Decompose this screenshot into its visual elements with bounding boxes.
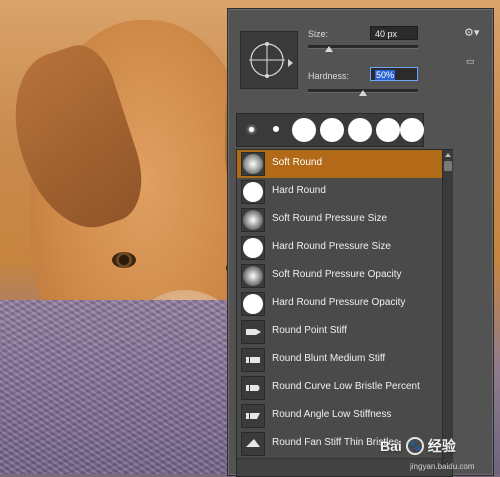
new-preset-icon[interactable]: ▭: [466, 56, 477, 66]
brush-row-label: Round Angle Low Stiffness: [272, 409, 392, 420]
dog-ear-left: [0, 37, 156, 243]
brush-row-label: Round Point Stiff: [272, 325, 347, 336]
tip-large-2[interactable]: [320, 118, 344, 142]
brush-row-round-blunt-medium-stiff[interactable]: Round Blunt Medium Stiff: [237, 346, 452, 375]
hard-brush-thumb-icon: [241, 236, 265, 260]
brush-row-label: Hard Round: [272, 185, 326, 196]
brush-row-label: Soft Round Pressure Opacity: [272, 269, 402, 280]
carpet: [0, 300, 240, 474]
brush-row-label: Round Curve Low Bristle Percent: [272, 381, 420, 392]
brush-row-label: Hard Round Pressure Size: [272, 241, 391, 252]
hardness-slider-thumb[interactable]: [359, 90, 367, 96]
paw-icon: 🐾: [405, 437, 424, 455]
size-slider-thumb[interactable]: [325, 46, 333, 52]
bristle-brush-thumb-icon: [241, 348, 265, 372]
brush-row-soft-round[interactable]: Soft Round: [237, 150, 452, 179]
hard-brush-thumb-icon: [241, 180, 265, 204]
hardness-label: Hardness:: [308, 71, 350, 81]
hardness-value: 50%: [375, 70, 396, 80]
bristle-brush-thumb-icon: [241, 404, 265, 428]
watermark-brand2: 经验: [427, 438, 456, 454]
watermark: Bai 🐾 经验: [380, 428, 490, 464]
size-label: Size:: [308, 29, 329, 39]
bristle-brush-thumb-icon: [241, 320, 265, 344]
hard-brush-thumb-icon: [241, 292, 265, 316]
soft-brush-thumb-icon: [241, 264, 265, 288]
tip-large-5[interactable]: [400, 118, 424, 142]
soft-brush-thumb-icon: [241, 208, 265, 232]
scroll-thumb[interactable]: [444, 161, 452, 171]
tip-large-4[interactable]: [376, 118, 400, 142]
brush-row-label: Soft Round: [272, 157, 323, 168]
hardness-field[interactable]: 50%: [370, 67, 418, 81]
brush-row-label: Soft Round Pressure Size: [272, 213, 388, 224]
recent-brush-tips: [236, 113, 424, 147]
bristle-brush-thumb-icon: [241, 432, 265, 456]
preview-arrow-icon: [288, 59, 293, 67]
size-field[interactable]: 40 px: [370, 26, 418, 40]
brush-row-label: Hard Round Pressure Opacity: [272, 297, 406, 308]
tip-large-1[interactable]: [292, 118, 316, 142]
brush-row-label: Round Blunt Medium Stiff: [272, 353, 386, 364]
dog-eye-left: [112, 252, 136, 268]
watermark-brand: Bai: [380, 438, 402, 454]
tip-large-3[interactable]: [348, 118, 372, 142]
brush-preset-picker: Size: 40 px Hardness: 50% ⚙▾ ▭ Soft Roun…: [227, 8, 494, 477]
watermark-url: jingyan.baidu.com: [410, 462, 475, 471]
scroll-up-icon[interactable]: [445, 153, 451, 157]
brush-row-hard-round[interactable]: Hard Round: [237, 178, 452, 207]
bristle-brush-thumb-icon: [241, 376, 265, 400]
brush-list-scrollbar[interactable]: [442, 150, 453, 466]
tip-small-soft[interactable]: [249, 127, 254, 132]
brush-row-hard-round-pressure-opacity[interactable]: Hard Round Pressure Opacity: [237, 290, 452, 319]
brush-row-round-curve-low-bristle-percent[interactable]: Round Curve Low Bristle Percent: [237, 374, 452, 403]
brush-row-hard-round-pressure-size[interactable]: Hard Round Pressure Size: [237, 234, 452, 263]
brush-row-soft-round-pressure-opacity[interactable]: Soft Round Pressure Opacity: [237, 262, 452, 291]
brush-row-round-angle-low-stiffness[interactable]: Round Angle Low Stiffness: [237, 402, 452, 431]
tip-small-hard[interactable]: [273, 126, 279, 132]
gear-icon[interactable]: ⚙▾: [464, 27, 479, 39]
soft-brush-thumb-icon: [241, 152, 265, 176]
brush-row-soft-round-pressure-size[interactable]: Soft Round Pressure Size: [237, 206, 452, 235]
brush-row-round-point-stiff[interactable]: Round Point Stiff: [237, 318, 452, 347]
